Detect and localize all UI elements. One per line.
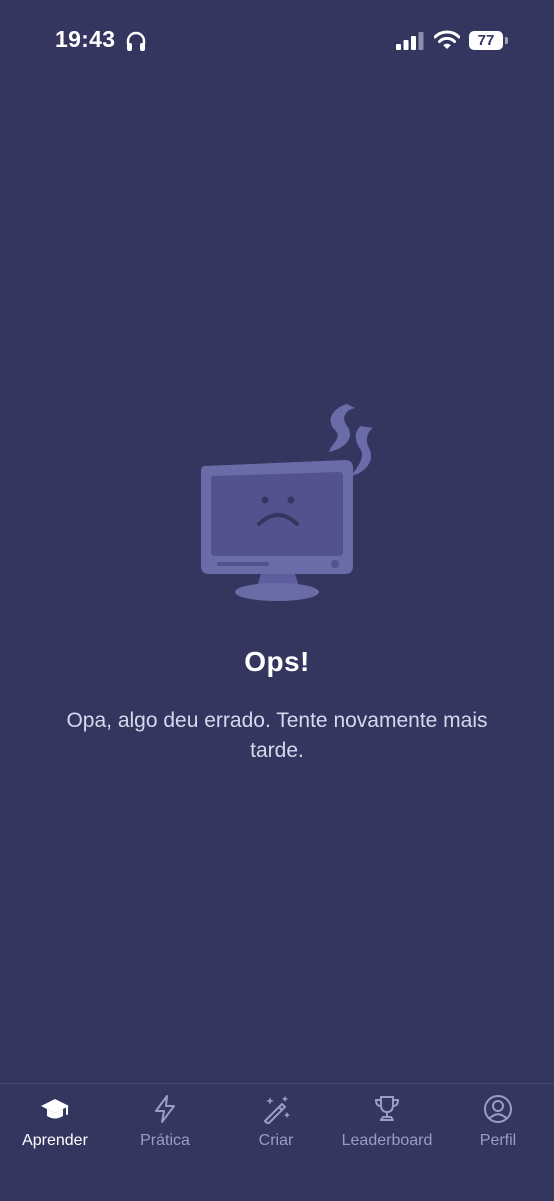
tab-aprender[interactable]: Aprender	[0, 1084, 110, 1164]
status-time: 19:43	[55, 26, 116, 52]
cellular-signal-icon	[396, 32, 424, 50]
battery-cap	[505, 37, 508, 44]
bottom-tab-bar: Aprender Prática Criar Leaderboard Perfi…	[0, 1083, 554, 1201]
battery-level: 77	[469, 31, 503, 50]
tab-leaderboard[interactable]: Leaderboard	[332, 1084, 442, 1164]
tab-criar[interactable]: Criar	[221, 1084, 331, 1164]
headphones-icon	[126, 31, 146, 51]
tab-label: Leaderboard	[341, 1132, 433, 1149]
tab-label: Aprender	[22, 1132, 88, 1149]
tab-label: Criar	[258, 1132, 294, 1149]
error-message: Opa, algo deu errado. Tente novamente ma…	[66, 709, 488, 762]
error-title: Ops!	[244, 646, 310, 677]
user-circle-icon	[484, 1095, 512, 1123]
graduation-cap-icon	[41, 1099, 69, 1119]
status-bar: 19:43 77	[0, 0, 554, 84]
trophy-icon	[374, 1096, 400, 1121]
tab-label: Prática	[140, 1132, 190, 1149]
tab-label: Perfil	[479, 1132, 517, 1149]
broken-computer-icon	[201, 404, 373, 601]
magic-wand-icon	[264, 1096, 290, 1124]
tab-perfil[interactable]: Perfil	[443, 1084, 553, 1164]
battery-icon: 77	[469, 31, 509, 52]
tab-pratica[interactable]: Prática	[110, 1084, 220, 1164]
wifi-icon	[434, 30, 460, 49]
lightning-icon	[155, 1095, 175, 1123]
